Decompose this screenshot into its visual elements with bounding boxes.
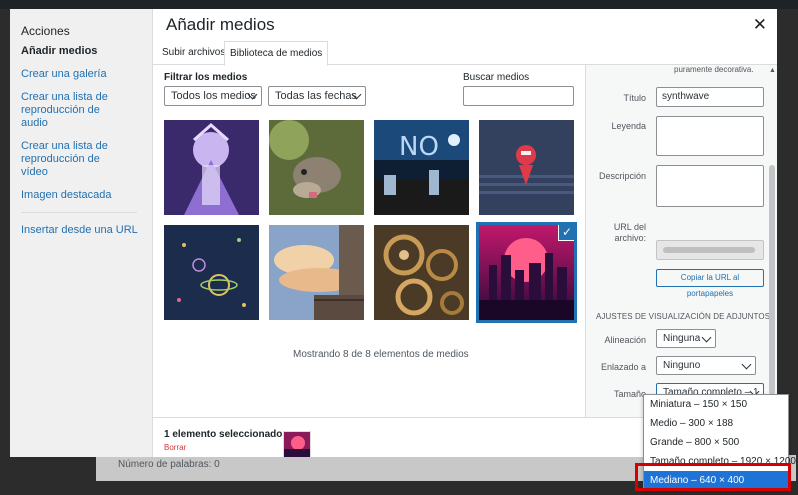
menu-separator [21, 212, 137, 213]
align-value: Ninguna [663, 333, 701, 344]
media-count: Mostrando 8 de 8 elementos de medios [293, 349, 469, 360]
link-select[interactable]: Ninguno [656, 356, 756, 375]
attachment-details: puramente decorativa. Título synthwave L… [585, 65, 777, 417]
close-icon[interactable]: ✕ [753, 15, 767, 35]
attachment-robot-emblem[interactable] [479, 120, 574, 215]
attachment-synthwave-city[interactable]: ✓ [476, 222, 577, 323]
clear-selection-link[interactable]: Borrar [164, 443, 186, 452]
router-tabs: Subir archivos Biblioteca de medios [153, 41, 777, 66]
size-option-thumbnail[interactable]: Miniatura – 150 × 150 [644, 395, 788, 414]
attachment-anime-art[interactable] [164, 120, 259, 215]
link-label: Enlazado a [600, 362, 646, 372]
media-type-value: Todos los medios [171, 90, 256, 102]
menu-item-create-gallery[interactable]: Crear una galería [10, 68, 152, 81]
tab-upload-files[interactable]: Subir archivos [157, 41, 230, 65]
title-label: Título [623, 93, 646, 103]
size-option-large[interactable]: Grande – 800 × 500 [644, 433, 788, 452]
attachment-space-pattern[interactable] [164, 225, 259, 320]
title-field[interactable]: synthwave [656, 87, 764, 107]
description-label: Descripción [598, 171, 646, 181]
scrollbar[interactable]: ▲ [769, 65, 776, 417]
media-menu: Acciones Añadir medios Crear una galería… [10, 9, 153, 457]
align-label: Alineación [604, 335, 646, 345]
modal-title: Añadir medios [166, 15, 275, 34]
attachment-balcony-sunset[interactable] [269, 225, 364, 320]
size-label: Tamaño [613, 389, 646, 399]
size-option-medium[interactable]: Medio – 300 × 188 [644, 414, 788, 433]
checkmark-icon[interactable]: ✓ [558, 225, 574, 241]
menu-item-featured-image[interactable]: Imagen destacada [10, 189, 152, 202]
menu-item-add-media[interactable]: Añadir medios [10, 45, 152, 58]
menu-item-video-playlist[interactable]: Crear una lista de reproducción de vídeo [10, 140, 120, 179]
search-input[interactable] [463, 86, 574, 106]
selected-thumbnail[interactable] [283, 431, 311, 457]
admin-bar [0, 0, 798, 9]
copy-url-button[interactable]: Copiar la URL al portapapeles [656, 269, 764, 298]
file-url-field[interactable] [656, 240, 764, 260]
decorative-note: puramente decorativa. [674, 65, 754, 74]
chevron-down-icon [701, 332, 712, 343]
align-select[interactable]: Ninguna [656, 329, 716, 348]
blurred-url [663, 247, 755, 253]
svg-text:NO: NO [399, 132, 439, 162]
caption-label: Leyenda [611, 121, 646, 131]
link-value: Ninguno [663, 360, 701, 371]
media-frame: Añadir medios ✕ Subir archivos Bibliotec… [153, 9, 777, 457]
selection-count: 1 elemento seleccionado [164, 429, 283, 440]
chevron-down-icon [741, 359, 752, 370]
attachment-concert-stage[interactable]: NO [374, 120, 469, 215]
display-settings-heading: Ajustes de visualización de adjuntos [596, 312, 771, 321]
word-count: Número de palabras: 0 [118, 459, 220, 470]
filter-label: Filtrar los medios [164, 72, 248, 83]
scroll-up-icon[interactable]: ▲ [769, 67, 776, 74]
menu-heading: Acciones [21, 24, 70, 38]
attachment-steampunk-gears[interactable] [374, 225, 469, 320]
description-field[interactable] [656, 165, 764, 207]
media-type-select[interactable]: Todos los medios [164, 86, 262, 106]
annotation-highlight-box [635, 463, 791, 491]
media-modal: Acciones Añadir medios Crear una galería… [10, 9, 777, 457]
date-select[interactable]: Todas las fechas [268, 86, 366, 106]
tab-media-library[interactable]: Biblioteca de medios [224, 41, 329, 66]
search-label: Buscar medios [463, 72, 530, 83]
date-value: Todas las fechas [275, 90, 357, 102]
menu-item-audio-playlist[interactable]: Crear una lista de reproducción de audio [10, 91, 120, 130]
attachment-greyhound-dog[interactable] [269, 120, 364, 215]
caption-field[interactable] [656, 116, 764, 156]
menu-item-insert-url[interactable]: Insertar desde una URL [10, 224, 152, 237]
file-url-label: URL del archivo: [613, 222, 646, 243]
scrollbar-thumb[interactable] [769, 165, 775, 395]
